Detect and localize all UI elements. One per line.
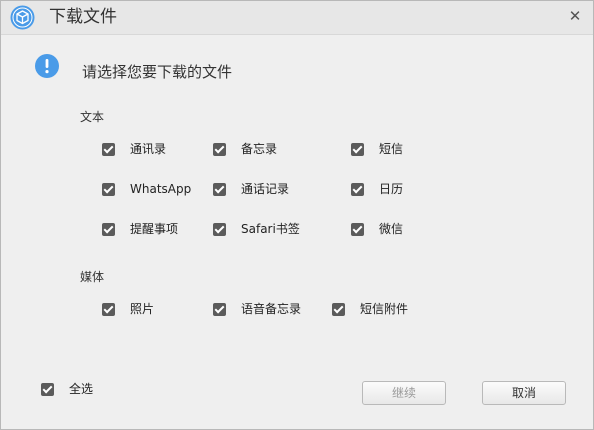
checkbox-whatsapp[interactable]: WhatsApp [102,180,191,198]
checkbox-safari-bookmarks[interactable]: Safari书签 [213,220,300,238]
checkbox-checked-icon[interactable] [351,182,364,196]
window-title: 下载文件 [49,7,117,27]
checkbox-label: WhatsApp [130,182,192,196]
download-dialog: 下载文件 ✕ 请选择您要下载的文件 文本 通讯录 备忘录 短信 WhatsApp… [0,0,594,430]
checkbox-checked-icon[interactable] [213,182,226,196]
checkbox-call-history[interactable]: 通话记录 [213,180,289,198]
checkbox-checked-icon[interactable] [213,142,226,156]
checkbox-select-all[interactable]: 全选 [41,380,93,398]
checkbox-sms[interactable]: 短信 [351,140,403,158]
checkbox-label: 日历 [379,182,404,196]
cancel-button[interactable]: 取消 [482,381,566,405]
checkbox-checked-icon[interactable] [102,182,115,196]
checkbox-photos[interactable]: 照片 [102,300,154,318]
checkbox-notes[interactable]: 备忘录 [213,140,277,158]
checkbox-label: 短信附件 [360,302,409,316]
close-icon: ✕ [568,7,582,25]
title-bar: 下载文件 ✕ [1,1,593,35]
checkbox-checked-icon[interactable] [102,142,115,156]
checkbox-label: 备忘录 [241,142,278,156]
close-button[interactable]: ✕ [566,7,584,25]
cube-icon [10,5,35,30]
checkbox-contacts[interactable]: 通讯录 [102,140,166,158]
checkbox-calendar[interactable]: 日历 [351,180,403,198]
continue-button[interactable]: 继续 [362,381,446,405]
checkbox-checked-icon[interactable] [213,302,226,316]
checkbox-checked-icon[interactable] [213,222,226,236]
checkbox-checked-icon[interactable] [351,142,364,156]
checkbox-wechat[interactable]: 微信 [351,220,403,238]
info-icon [35,54,59,78]
checkbox-label: 全选 [69,382,94,396]
checkbox-label: 提醒事项 [130,222,179,236]
checkbox-label: 照片 [130,302,155,316]
section-label-text: 文本 [80,110,105,124]
checkbox-checked-icon[interactable] [102,222,115,236]
checkbox-label: 通话记录 [241,182,290,196]
checkbox-checked-icon[interactable] [351,222,364,236]
checkbox-label: 短信 [379,142,404,156]
checkbox-label: 微信 [379,222,404,236]
checkbox-label: 通讯录 [130,142,167,156]
checkbox-sms-attachments[interactable]: 短信附件 [332,300,408,318]
checkbox-voice-memos[interactable]: 语音备忘录 [213,300,301,318]
checkbox-checked-icon[interactable] [41,382,54,396]
checkbox-checked-icon[interactable] [332,302,345,316]
prompt-text: 请选择您要下载的文件 [82,63,233,81]
checkbox-checked-icon[interactable] [102,302,115,316]
section-label-media: 媒体 [80,270,105,284]
checkbox-label: 语音备忘录 [241,302,302,316]
checkbox-label: Safari书签 [241,222,300,236]
checkbox-reminders[interactable]: 提醒事项 [102,220,178,238]
